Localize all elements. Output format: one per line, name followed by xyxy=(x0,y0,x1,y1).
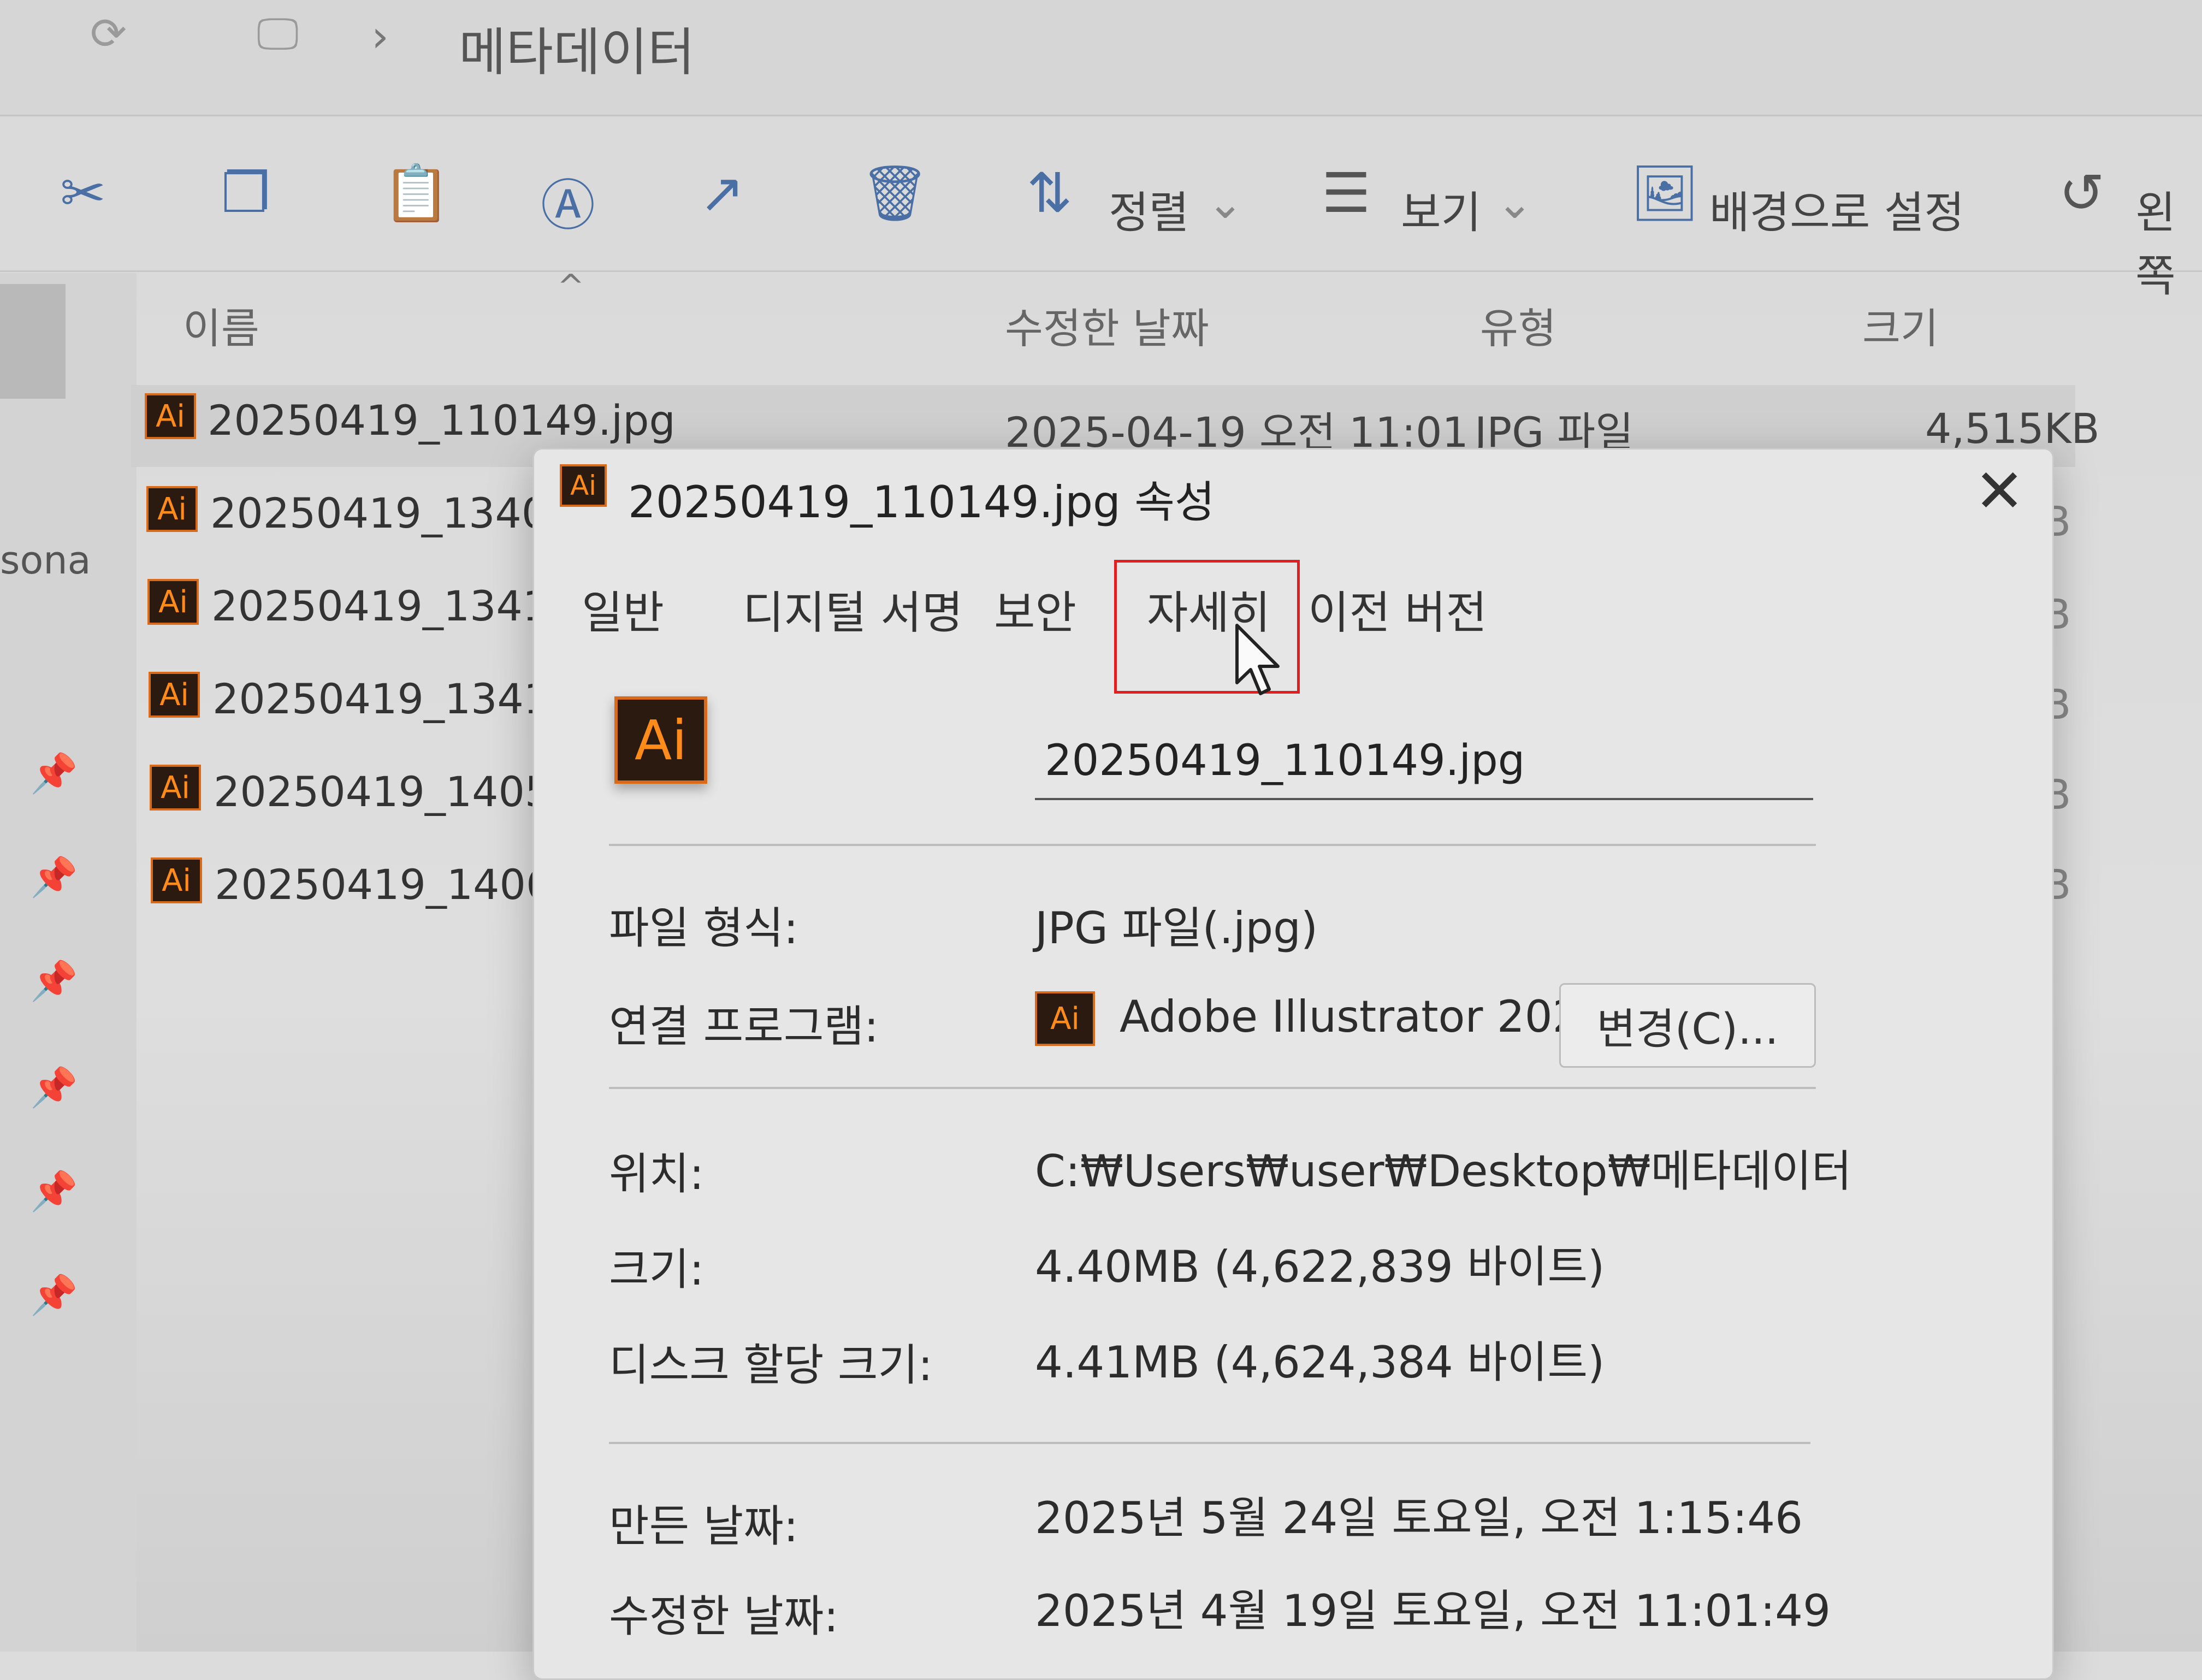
created-label: 만든 날짜: xyxy=(609,1501,798,1552)
tab-general[interactable]: 일반 xyxy=(582,576,664,641)
tab-security[interactable]: 보안 xyxy=(994,576,1076,641)
file-size: 4,515KB xyxy=(1925,404,2100,453)
illustrator-app-icon: Ai xyxy=(1035,991,1095,1046)
breadcrumb-separator: › xyxy=(371,11,389,62)
sidebar-item-label[interactable]: sona xyxy=(0,538,91,583)
navigation-scrollbar[interactable] xyxy=(0,284,66,399)
pin-icon[interactable]: 📌 xyxy=(30,855,78,900)
modified-value: 2025년 4월 19일 토요일, 오전 11:01:49 xyxy=(1035,1586,1831,1636)
rotate-left-icon[interactable]: ↺ xyxy=(2059,161,2105,225)
illustrator-file-icon: Ai xyxy=(149,672,200,718)
file-name[interactable]: 20250419_14053 xyxy=(214,767,578,816)
dialog-title-icon: Ai xyxy=(560,464,607,507)
delete-icon[interactable]: 🗑 xyxy=(860,161,930,226)
disk-size-label: 디스크 할당 크기: xyxy=(609,1340,933,1391)
created-value: 2025년 5월 24일 토요일, 오전 1:15:46 xyxy=(1035,1493,1803,1543)
file-name[interactable]: 20250419_14061 xyxy=(215,860,579,909)
cut-icon[interactable]: ✂ xyxy=(60,161,106,225)
file-name[interactable]: 20250419_13404 xyxy=(210,489,575,537)
dialog-title: 20250419_110149.jpg 속성 xyxy=(628,477,1215,528)
illustrator-file-icon: Ai xyxy=(150,765,201,811)
set-background-button[interactable]: 배경으로 설정 xyxy=(1709,178,1964,241)
file-name-field[interactable] xyxy=(1035,724,1813,800)
file-type-label: 파일 형식: xyxy=(609,903,798,954)
divider xyxy=(609,1442,1810,1444)
close-icon[interactable]: ✕ xyxy=(1974,456,2025,526)
sort-button[interactable]: 정렬 xyxy=(1109,178,1189,241)
file-name[interactable]: 20250419_13415 xyxy=(212,675,577,723)
illustrator-file-icon: Ai xyxy=(146,486,198,532)
file-type-value: JPG 파일(.jpg) xyxy=(1035,903,1318,954)
size-label: 크기: xyxy=(609,1244,705,1295)
rename-icon[interactable]: Ⓐ xyxy=(541,161,595,240)
address-bar xyxy=(0,0,2202,116)
tab-previous-versions[interactable]: 이전 버전 xyxy=(1308,576,1487,641)
file-name[interactable]: 20250419_13410 xyxy=(211,582,576,630)
change-program-button[interactable]: 변경(C)... xyxy=(1559,983,1816,1068)
location-value: C:₩Users₩user₩Desktop₩메타데이터 xyxy=(1035,1146,1852,1197)
view-icon[interactable]: ☰ xyxy=(1322,161,1371,225)
sort-chevron-icon[interactable]: ⌄ xyxy=(1207,178,1244,228)
column-header-name[interactable]: 이름 xyxy=(183,295,259,355)
view-chevron-icon[interactable]: ⌄ xyxy=(1496,178,1533,228)
opens-with-value: Adobe Illustrator 2020 xyxy=(1120,991,1608,1042)
column-header-modified[interactable]: 수정한 날짜 xyxy=(1005,295,1209,355)
refresh-icon[interactable]: ⟳ xyxy=(90,8,127,59)
size-value: 4.40MB (4,622,839 바이트) xyxy=(1035,1241,1605,1292)
breadcrumb-folder[interactable]: 메타데이터 xyxy=(459,11,695,85)
illustrator-file-icon: Ai xyxy=(145,393,196,439)
divider xyxy=(609,844,1816,846)
paste-icon[interactable]: 📋 xyxy=(382,161,451,226)
illustrator-file-icon: Ai xyxy=(147,579,199,625)
this-pc-icon[interactable]: 🖵 xyxy=(257,8,299,60)
divider xyxy=(609,1087,1816,1089)
share-icon[interactable]: ↗ xyxy=(699,161,745,225)
sort-icon[interactable]: ⇅ xyxy=(1027,161,1073,225)
sort-ascending-icon: ^ xyxy=(557,268,585,306)
pin-icon[interactable]: 📌 xyxy=(30,1169,78,1214)
pin-icon[interactable]: 📌 xyxy=(30,1065,78,1110)
file-name[interactable]: 20250419_110149.jpg xyxy=(208,396,676,445)
opens-with-label: 연결 프로그램: xyxy=(609,1001,879,1052)
view-button[interactable]: 보기 xyxy=(1401,178,1481,241)
mouse-cursor-icon xyxy=(1235,624,1280,695)
pin-icon[interactable]: 📌 xyxy=(30,751,78,796)
set-background-icon[interactable]: 🖼 xyxy=(1630,161,1700,226)
pin-icon[interactable]: 📌 xyxy=(30,1273,78,1318)
location-label: 위치: xyxy=(609,1149,705,1199)
modified-label: 수정한 날짜: xyxy=(609,1591,839,1642)
illustrator-file-icon: Ai xyxy=(151,857,202,903)
pin-icon[interactable]: 📌 xyxy=(30,959,78,1004)
rotate-left-button[interactable]: 왼쪽 xyxy=(2135,178,2202,304)
column-header-size[interactable]: 크기 xyxy=(1862,295,1939,355)
file-type-large-icon: Ai xyxy=(614,696,707,784)
copy-icon[interactable]: ❐ xyxy=(221,161,270,225)
column-header-type[interactable]: 유형 xyxy=(1480,295,1556,355)
tab-digital-signatures[interactable]: 디지털 서명 xyxy=(743,576,963,641)
disk-size-value: 4.41MB (4,624,384 바이트) xyxy=(1035,1337,1605,1388)
